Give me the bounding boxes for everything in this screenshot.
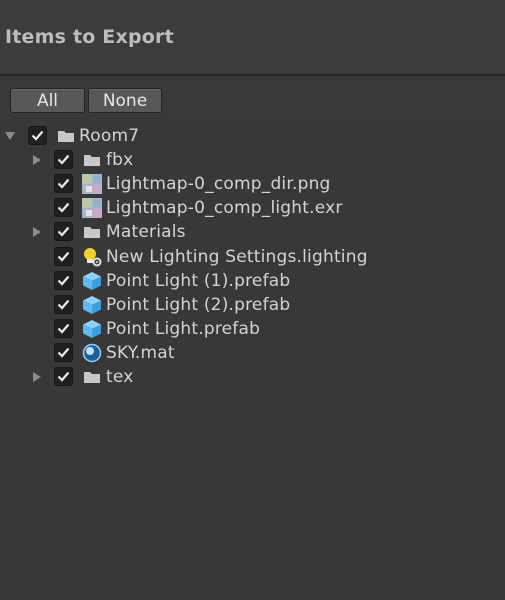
tree-row[interactable]: Point Light (2).prefab (0, 293, 505, 317)
texture-thumbnail-icon (82, 198, 102, 219)
item-checkbox[interactable] (54, 367, 73, 386)
item-checkbox[interactable] (54, 246, 73, 266)
item-label: Point Light (2).prefab (106, 294, 291, 315)
item-label: fbx (106, 150, 134, 171)
tree-row[interactable]: Point Light.prefab (0, 317, 505, 341)
expand-arrow-down-icon[interactable] (4, 129, 16, 143)
tree-row[interactable]: fbx (0, 148, 505, 172)
item-checkbox[interactable] (54, 342, 73, 362)
tree-row[interactable]: Materials (0, 220, 505, 244)
item-label: SKY.mat (106, 342, 175, 363)
prefab-cube-icon (82, 295, 102, 315)
expand-arrow-right-icon[interactable] (31, 225, 43, 239)
expand-arrow-right-icon[interactable] (31, 153, 43, 167)
item-checkbox[interactable] (54, 174, 73, 194)
item-checkbox[interactable] (54, 318, 73, 338)
prefab-cube-icon (82, 319, 102, 339)
panel-title: Items to Export (5, 26, 174, 48)
material-sphere-icon (82, 343, 102, 363)
item-checkbox[interactable] (54, 198, 73, 218)
folder-icon (82, 150, 102, 170)
folder-icon (82, 367, 102, 387)
select-all-button[interactable]: All (10, 88, 85, 113)
folder-icon (82, 222, 102, 242)
item-label: tex (106, 367, 134, 387)
item-label: Lightmap-0_comp_light.exr (106, 198, 343, 219)
item-checkbox[interactable] (54, 222, 73, 242)
item-label: Materials (106, 222, 186, 243)
item-label: New Lighting Settings.lighting (106, 246, 368, 267)
folder-icon (56, 126, 76, 146)
toolbar: All None (0, 76, 505, 126)
texture-thumbnail-icon (82, 174, 102, 195)
tree-row[interactable]: tex (0, 365, 505, 389)
item-checkbox[interactable] (28, 126, 47, 145)
item-label: Point Light (1).prefab (106, 270, 291, 291)
tree-row[interactable]: Room7 (0, 124, 505, 148)
prefab-cube-icon (82, 271, 102, 291)
tree-row[interactable]: Point Light (1).prefab (0, 269, 505, 293)
item-checkbox[interactable] (54, 270, 73, 290)
item-label: Lightmap-0_comp_dir.png (106, 174, 331, 195)
item-label: Point Light.prefab (106, 318, 261, 339)
tree-row[interactable]: Lightmap-0_comp_light.exr (0, 196, 505, 220)
item-label: Room7 (79, 126, 140, 146)
select-none-button[interactable]: None (88, 88, 162, 113)
item-checkbox[interactable] (54, 294, 73, 314)
lighting-settings-icon (82, 247, 102, 267)
tree-row[interactable]: SKY.mat (0, 341, 505, 365)
header: Items to Export (0, 0, 505, 74)
tree-row[interactable]: Lightmap-0_comp_dir.png (0, 172, 505, 196)
tree-row[interactable]: New Lighting Settings.lighting (0, 245, 505, 269)
item-checkbox[interactable] (54, 150, 73, 170)
expand-arrow-right-icon[interactable] (31, 370, 43, 384)
